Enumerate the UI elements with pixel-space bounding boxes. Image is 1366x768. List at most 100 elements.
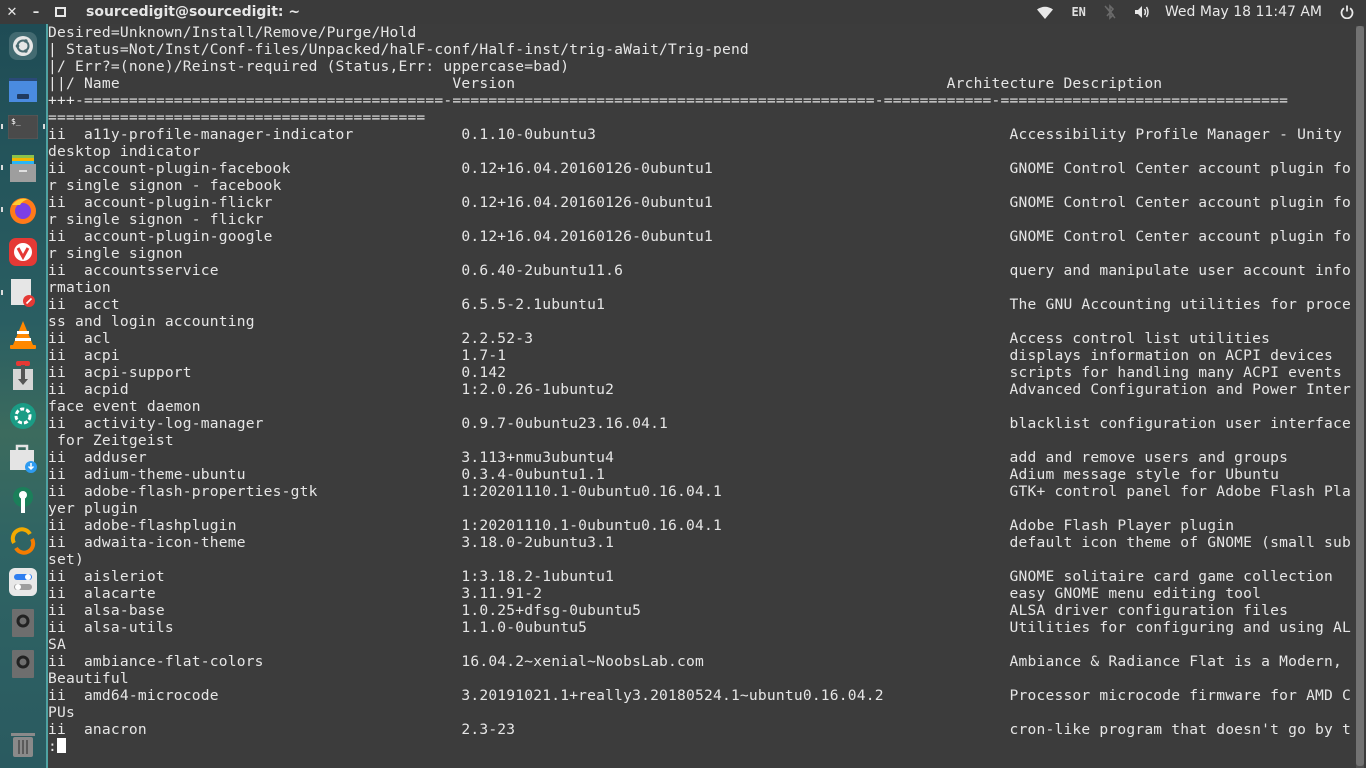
launcher-drive-2[interactable] bbox=[0, 646, 46, 682]
top-panel: ✕ – sourcedigit@sourcedigit: ~ EN Wed Ma… bbox=[0, 0, 1366, 24]
minimize-window-button[interactable]: – bbox=[24, 0, 48, 24]
package-row-wrap: for Zeitgeist bbox=[48, 432, 174, 449]
launcher-vivaldi[interactable] bbox=[0, 234, 46, 270]
launcher-file-cabinet[interactable] bbox=[0, 150, 46, 186]
package-row: ii adobe-flash-properties-gtk 1:20201110… bbox=[48, 483, 1351, 500]
package-row: ii acpid 1:2.0.26-1ubuntu2 Advanced Conf… bbox=[48, 381, 1351, 398]
pager-prompt[interactable]: : bbox=[48, 738, 1354, 755]
package-row: ii acpi-support 0.142 scripts for handli… bbox=[48, 364, 1343, 381]
installer-icon bbox=[13, 361, 33, 390]
package-row: ii accountsservice 0.6.40-2ubuntu11.6 qu… bbox=[48, 262, 1351, 279]
package-row: ii anacron 2.3-23 cron-like program that… bbox=[48, 721, 1351, 738]
hard-drive-icon bbox=[12, 650, 34, 678]
launcher-terminal[interactable]: $_ bbox=[0, 109, 46, 145]
package-row-wrap: face event daemon bbox=[48, 398, 201, 415]
system-tray: EN Wed May 18 11:47 AM bbox=[1028, 0, 1366, 24]
launcher: $_ bbox=[0, 24, 48, 768]
package-row: ii acct 6.5.5-2.1ubuntu1 The GNU Account… bbox=[48, 296, 1351, 313]
launcher-system-tools[interactable] bbox=[0, 482, 46, 518]
package-row: ii adium-theme-ubuntu 0.3.4-0ubuntu1.1 A… bbox=[48, 466, 1280, 483]
launcher-trash[interactable] bbox=[0, 726, 46, 762]
session-menu[interactable] bbox=[1336, 0, 1366, 24]
launcher-software-store[interactable] bbox=[0, 440, 46, 476]
package-row: ii account-plugin-facebook 0.12+16.04.20… bbox=[48, 160, 1351, 177]
package-row: ii a11y-profile-manager-indicator 0.1.10… bbox=[48, 126, 1343, 143]
launcher-firefox[interactable] bbox=[0, 192, 46, 228]
maximize-window-button[interactable] bbox=[48, 0, 72, 24]
launcher-settings-toggles[interactable] bbox=[0, 564, 46, 600]
package-row-wrap: set) bbox=[48, 551, 84, 568]
package-row: ii account-plugin-flickr 0.12+16.04.2016… bbox=[48, 194, 1351, 211]
desktop-icon bbox=[9, 78, 37, 102]
package-row: ii alsa-base 1.0.25+dfsg-0ubuntu5 ALSA d… bbox=[48, 602, 1289, 619]
package-row: ii aisleriot 1:3.18.2-1ubuntu1 GNOME sol… bbox=[48, 568, 1334, 585]
svg-text:$_: $_ bbox=[11, 117, 21, 126]
wifi-icon bbox=[1037, 6, 1054, 19]
package-row: ii activity-log-manager 0.9.7-0ubuntu23.… bbox=[48, 415, 1351, 432]
sync-icon bbox=[10, 527, 36, 555]
clock[interactable]: Wed May 18 11:47 AM bbox=[1159, 0, 1336, 24]
package-row-wrap: r single signon - facebook bbox=[48, 177, 282, 194]
wrench-gear-icon bbox=[13, 487, 33, 513]
terminal-icon: $_ bbox=[8, 115, 38, 139]
vlc-icon bbox=[10, 321, 36, 349]
keyboard-layout-indicator[interactable]: EN bbox=[1062, 0, 1094, 24]
bluetooth-disabled-icon bbox=[1104, 4, 1116, 20]
package-row-wrap: rmation bbox=[48, 279, 111, 296]
close-icon: ✕ bbox=[6, 4, 18, 20]
package-row: ii amd64-microcode 3.20191021.1+really3.… bbox=[48, 687, 1351, 704]
power-icon bbox=[1340, 5, 1354, 19]
network-indicator[interactable] bbox=[1028, 0, 1062, 24]
dpkg-header-line: | Status=Not/Inst/Conf-files/Unpacked/ha… bbox=[48, 41, 749, 58]
launcher-vlc[interactable] bbox=[0, 317, 46, 353]
package-row: ii alsa-utils 1.1.0-0ubuntu5 Utilities f… bbox=[48, 619, 1351, 636]
dpkg-header-line: ||/ Name Version Architecture Descriptio… bbox=[48, 75, 1163, 92]
terminal-window[interactable]: Desired=Unknown/Install/Remove/Purge/Hol… bbox=[48, 24, 1354, 768]
file-cabinet-icon bbox=[10, 155, 36, 182]
terminal-output: Desired=Unknown/Install/Remove/Purge/Hol… bbox=[48, 24, 1354, 755]
camera-shutter-icon bbox=[10, 403, 36, 429]
close-window-button[interactable]: ✕ bbox=[0, 0, 24, 24]
launcher-screenshot[interactable] bbox=[0, 398, 46, 434]
launcher-text-editor[interactable] bbox=[0, 275, 46, 311]
store-download-icon bbox=[10, 444, 37, 473]
package-row-wrap: desktop indicator bbox=[48, 143, 201, 160]
package-row: ii ambiance-flat-colors 16.04.2~xenial~N… bbox=[48, 653, 1343, 670]
terminal-scrollbar[interactable] bbox=[1356, 26, 1364, 768]
maximize-icon bbox=[54, 7, 66, 17]
firefox-icon bbox=[10, 198, 36, 224]
dpkg-header-line: |/ Err?=(none)/Reinst-required (Status,E… bbox=[48, 58, 570, 75]
package-row-wrap: PUs bbox=[48, 704, 75, 721]
package-row: ii adduser 3.113+nmu3ubuntu4 add and rem… bbox=[48, 449, 1289, 466]
package-row-wrap: Beautiful bbox=[48, 670, 129, 687]
scrollbar-thumb[interactable] bbox=[1356, 26, 1364, 766]
launcher-installer[interactable] bbox=[0, 358, 46, 394]
dpkg-header-line: +++-====================================… bbox=[48, 92, 1289, 109]
package-row: ii adwaita-icon-theme 3.18.0-2ubuntu3.1 … bbox=[48, 534, 1351, 551]
package-row-wrap: r single signon - flickr bbox=[48, 211, 264, 228]
package-row-wrap: SA bbox=[48, 636, 66, 653]
launcher-drive-1[interactable] bbox=[0, 605, 46, 641]
trash-icon bbox=[11, 733, 35, 757]
keyboard-layout-label: EN bbox=[1071, 5, 1086, 19]
package-row-wrap: r single signon bbox=[48, 245, 183, 262]
volume-indicator[interactable] bbox=[1125, 0, 1159, 24]
package-row: ii acl 2.2.52-3 Access control list util… bbox=[48, 330, 1271, 347]
package-row: ii adobe-flashplugin 1:20201110.1-0ubunt… bbox=[48, 517, 1235, 534]
hard-drive-icon bbox=[12, 609, 34, 637]
toggles-icon bbox=[9, 568, 37, 596]
package-row: ii acpi 1.7-1 displays information on AC… bbox=[48, 347, 1334, 364]
ubuntu-logo-icon bbox=[9, 32, 37, 60]
vivaldi-icon bbox=[9, 238, 37, 266]
dpkg-header-line: Desired=Unknown/Install/Remove/Purge/Hol… bbox=[48, 24, 417, 41]
text-editor-icon bbox=[11, 279, 35, 307]
volume-icon bbox=[1134, 6, 1149, 18]
launcher-sync-app[interactable] bbox=[0, 523, 46, 559]
datetime-label: Wed May 18 11:47 AM bbox=[1164, 4, 1322, 20]
dpkg-header-line: ========================================… bbox=[48, 109, 426, 126]
launcher-ubuntu-dash[interactable] bbox=[0, 28, 46, 64]
pager-prompt-text: : bbox=[48, 738, 57, 755]
launcher-show-desktop[interactable] bbox=[0, 72, 46, 108]
bluetooth-indicator[interactable] bbox=[1095, 0, 1125, 24]
text-cursor bbox=[57, 738, 66, 753]
